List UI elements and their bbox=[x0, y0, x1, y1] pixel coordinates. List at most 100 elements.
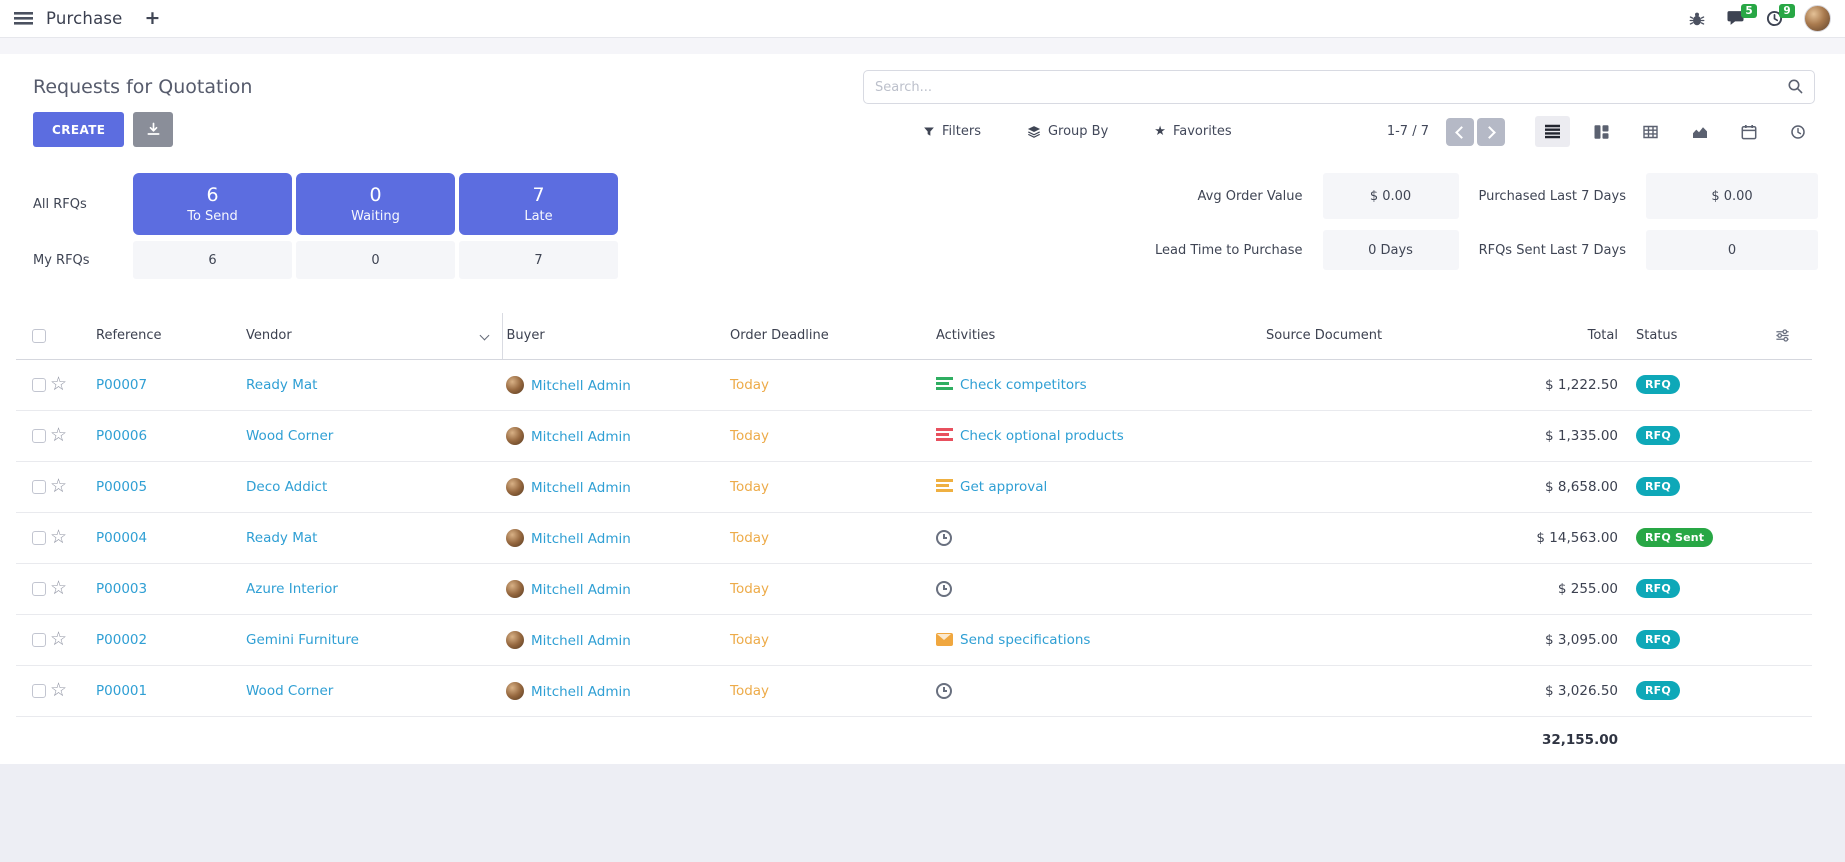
reference-link[interactable]: P00007 bbox=[96, 377, 147, 393]
buyer-link[interactable]: Mitchell Admin bbox=[531, 582, 631, 598]
stat-value: $ 0.00 bbox=[1646, 173, 1818, 219]
reference-link[interactable]: P00005 bbox=[96, 479, 147, 495]
vendor-link[interactable]: Deco Addict bbox=[246, 479, 327, 495]
row-checkbox[interactable] bbox=[32, 633, 46, 647]
reference-link[interactable]: P00002 bbox=[96, 632, 147, 648]
search-icon[interactable] bbox=[1787, 78, 1804, 95]
envelope-icon[interactable] bbox=[936, 633, 953, 646]
activity-list-icon[interactable] bbox=[936, 377, 953, 391]
row-checkbox[interactable] bbox=[32, 429, 46, 443]
activity-clock-icon[interactable]: 9 bbox=[1766, 10, 1783, 27]
favorites-button[interactable]: ★ Favorites bbox=[1154, 124, 1231, 139]
column-header-total[interactable]: Total bbox=[1450, 313, 1622, 359]
plus-icon[interactable]: + bbox=[145, 9, 161, 28]
column-header-buyer[interactable]: Buyer bbox=[502, 313, 726, 359]
star-outline-icon[interactable]: ☆ bbox=[50, 679, 67, 701]
kpi-my-late[interactable]: 7 bbox=[459, 241, 618, 279]
star-outline-icon[interactable]: ☆ bbox=[50, 475, 67, 497]
order-deadline: Today bbox=[730, 377, 769, 393]
activity-label[interactable]: Send specifications bbox=[960, 632, 1090, 648]
buyer-link[interactable]: Mitchell Admin bbox=[531, 633, 631, 649]
vendor-link[interactable]: Wood Corner bbox=[246, 683, 333, 699]
table-row[interactable]: ☆ P00003 Azure Interior Mitchell Admin T… bbox=[16, 563, 1812, 614]
filters-button[interactable]: Filters bbox=[923, 124, 981, 139]
activity-label[interactable]: Get approval bbox=[960, 479, 1047, 495]
buyer-link[interactable]: Mitchell Admin bbox=[531, 480, 631, 496]
export-button[interactable] bbox=[133, 112, 173, 147]
status-badge: RFQ bbox=[1636, 630, 1680, 649]
kpi-my-to-send[interactable]: 6 bbox=[133, 241, 292, 279]
optional-columns-button[interactable] bbox=[1752, 313, 1812, 359]
buyer-link[interactable]: Mitchell Admin bbox=[531, 429, 631, 445]
row-checkbox[interactable] bbox=[32, 480, 46, 494]
source-document-cell bbox=[1262, 512, 1450, 563]
kpi-my-waiting[interactable]: 0 bbox=[296, 241, 455, 279]
kanban-view-icon[interactable] bbox=[1584, 116, 1619, 147]
kpi-late[interactable]: 7 Late bbox=[459, 173, 618, 235]
search-input[interactable] bbox=[863, 70, 1815, 104]
user-avatar[interactable] bbox=[1804, 5, 1831, 32]
kpi-waiting[interactable]: 0 Waiting bbox=[296, 173, 455, 235]
total-amount: $ 1,222.50 bbox=[1545, 377, 1618, 393]
chevron-left-icon[interactable] bbox=[1446, 118, 1474, 146]
create-button[interactable]: CREATE bbox=[33, 112, 124, 147]
column-header-activities[interactable]: Activities bbox=[932, 313, 1262, 359]
source-document-cell bbox=[1262, 410, 1450, 461]
activity-list-icon[interactable] bbox=[936, 428, 953, 442]
table-row[interactable]: ☆ P00005 Deco Addict Mitchell Admin Toda… bbox=[16, 461, 1812, 512]
buyer-link[interactable]: Mitchell Admin bbox=[531, 531, 631, 547]
select-all-checkbox[interactable] bbox=[32, 329, 46, 343]
row-checkbox[interactable] bbox=[32, 582, 46, 596]
row-checkbox[interactable] bbox=[32, 378, 46, 392]
reference-link[interactable]: P00001 bbox=[96, 683, 147, 699]
sort-desc-icon bbox=[479, 331, 489, 341]
table-row[interactable]: ☆ P00002 Gemini Furniture Mitchell Admin… bbox=[16, 614, 1812, 665]
clock-icon[interactable] bbox=[936, 581, 952, 597]
star-outline-icon[interactable]: ☆ bbox=[50, 373, 67, 395]
table-row[interactable]: ☆ P00007 Ready Mat Mitchell Admin Today … bbox=[16, 359, 1812, 410]
reference-link[interactable]: P00004 bbox=[96, 530, 147, 546]
vendor-link[interactable]: Wood Corner bbox=[246, 428, 333, 444]
vendor-link[interactable]: Ready Mat bbox=[246, 377, 317, 393]
reference-link[interactable]: P00006 bbox=[96, 428, 147, 444]
activity-view-icon[interactable] bbox=[1780, 116, 1815, 147]
clock-icon[interactable] bbox=[936, 530, 952, 546]
activity-list-icon[interactable] bbox=[936, 479, 953, 493]
row-checkbox[interactable] bbox=[32, 531, 46, 545]
vendor-link[interactable]: Ready Mat bbox=[246, 530, 317, 546]
group-by-button[interactable]: Group By bbox=[1027, 124, 1108, 139]
table-row[interactable]: ☆ P00006 Wood Corner Mitchell Admin Toda… bbox=[16, 410, 1812, 461]
column-header-reference[interactable]: Reference bbox=[92, 313, 242, 359]
row-checkbox[interactable] bbox=[32, 684, 46, 698]
column-header-vendor[interactable]: Vendor bbox=[242, 313, 502, 359]
bug-icon[interactable] bbox=[1689, 11, 1705, 27]
table-row[interactable]: ☆ P00004 Ready Mat Mitchell Admin Today … bbox=[16, 512, 1812, 563]
activity-label[interactable]: Check optional products bbox=[960, 428, 1124, 444]
kpi-to-send[interactable]: 6 To Send bbox=[133, 173, 292, 235]
status-badge: RFQ bbox=[1636, 477, 1680, 496]
activity-label[interactable]: Check competitors bbox=[960, 377, 1087, 393]
graph-view-icon[interactable] bbox=[1682, 116, 1717, 147]
star-outline-icon[interactable]: ☆ bbox=[50, 577, 67, 599]
vendor-link[interactable]: Azure Interior bbox=[246, 581, 338, 597]
reference-link[interactable]: P00003 bbox=[96, 581, 147, 597]
column-header-order-deadline[interactable]: Order Deadline bbox=[726, 313, 932, 359]
chevron-right-icon[interactable] bbox=[1477, 118, 1505, 146]
star-outline-icon[interactable]: ☆ bbox=[50, 526, 67, 548]
source-document-cell bbox=[1262, 614, 1450, 665]
column-header-status[interactable]: Status bbox=[1622, 313, 1752, 359]
star-outline-icon[interactable]: ☆ bbox=[50, 424, 67, 446]
buyer-link[interactable]: Mitchell Admin bbox=[531, 378, 631, 394]
table-row[interactable]: ☆ P00001 Wood Corner Mitchell Admin Toda… bbox=[16, 665, 1812, 716]
list-view-icon[interactable] bbox=[1535, 116, 1570, 147]
chat-bubble-icon[interactable]: 5 bbox=[1726, 10, 1745, 27]
clock-icon[interactable] bbox=[936, 683, 952, 699]
buyer-link[interactable]: Mitchell Admin bbox=[531, 684, 631, 700]
pivot-view-icon[interactable] bbox=[1633, 116, 1668, 147]
menu-icon[interactable] bbox=[14, 12, 33, 25]
column-header-source-document[interactable]: Source Document bbox=[1262, 313, 1450, 359]
star-outline-icon[interactable]: ☆ bbox=[50, 628, 67, 650]
status-badge: RFQ Sent bbox=[1636, 528, 1713, 547]
vendor-link[interactable]: Gemini Furniture bbox=[246, 632, 359, 648]
calendar-view-icon[interactable] bbox=[1731, 116, 1766, 147]
